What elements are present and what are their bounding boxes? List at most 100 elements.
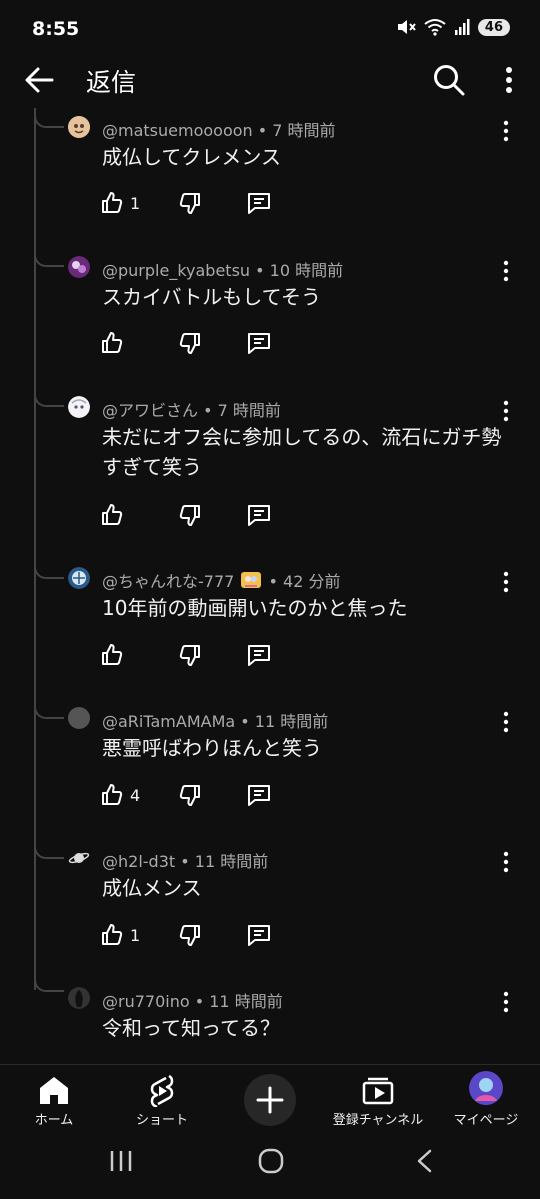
back-arrow-icon[interactable] <box>22 64 56 96</box>
comment-more-icon[interactable] <box>496 119 516 143</box>
thumbs-up-icon <box>102 192 123 213</box>
recent-apps-icon[interactable] <box>108 1148 134 1174</box>
dislike-button[interactable] <box>178 640 202 670</box>
thumbs-down-icon <box>179 645 200 666</box>
reply-icon <box>248 785 270 806</box>
reply-icon <box>248 505 270 526</box>
comment-more-icon[interactable] <box>496 399 516 423</box>
reply-icon <box>248 925 270 946</box>
avatar[interactable] <box>68 396 90 418</box>
nav-subscriptions[interactable]: 登録チャンネル <box>328 1065 428 1135</box>
dislike-button[interactable] <box>178 188 202 218</box>
avatar[interactable] <box>68 116 90 138</box>
nav-subscriptions-label: 登録チャンネル <box>332 1113 424 1128</box>
battery-badge: 46 <box>477 18 510 36</box>
status-icons: 46 <box>396 18 510 36</box>
comment-author[interactable]: @アワビさん <box>102 401 198 420</box>
comment-time: 11 時間前 <box>194 852 269 871</box>
like-button[interactable]: 1 <box>100 188 140 218</box>
reply-button[interactable] <box>246 328 272 358</box>
comment-time: 7 時間前 <box>217 401 281 420</box>
create-button[interactable] <box>244 1074 296 1126</box>
thumbs-down-icon <box>179 925 200 946</box>
thumbs-down-icon <box>179 193 200 214</box>
thumbs-down-icon <box>179 505 200 526</box>
comment-actions <box>100 500 300 530</box>
thread-branch <box>34 112 64 128</box>
thread-branch <box>34 703 64 719</box>
comment-text: 成仏してクレメンス <box>102 145 281 169</box>
avatar[interactable] <box>68 567 90 589</box>
comment-text: 悪霊呼ばわりほんと笑う <box>102 736 322 760</box>
comment-actions <box>100 328 300 358</box>
nav-home[interactable]: ホーム <box>4 1065 104 1135</box>
avatar[interactable] <box>68 847 90 869</box>
status-time: 8:55 <box>32 18 80 40</box>
reply-icon <box>248 645 270 666</box>
reply-button[interactable] <box>246 640 272 670</box>
nav-mypage-label: マイページ <box>453 1113 519 1128</box>
comment-time: 42 分前 <box>283 572 341 591</box>
dislike-button[interactable] <box>178 500 202 530</box>
comment-meta: @matsuemooooon • 7 時間前 <box>102 121 336 140</box>
shorts-icon <box>150 1075 174 1107</box>
wifi-icon <box>424 19 446 36</box>
avatar[interactable] <box>68 707 90 729</box>
comment-time: 7 時間前 <box>272 121 336 140</box>
comment-meta: @ちゃんれな-777 • 42 分前 <box>102 572 341 591</box>
signal-icon <box>454 19 470 35</box>
comment-text: 成仏メンス <box>102 876 202 900</box>
system-nav-bar <box>0 1134 540 1199</box>
thumbs-up-icon <box>102 332 123 353</box>
profile-avatar-icon <box>469 1071 503 1105</box>
dislike-button[interactable] <box>178 920 202 950</box>
page-title: 返信 <box>86 68 137 97</box>
reply-button[interactable] <box>246 188 272 218</box>
like-button[interactable] <box>100 328 130 358</box>
dislike-button[interactable] <box>178 328 202 358</box>
reply-button[interactable] <box>246 920 272 950</box>
comment-actions: 1 <box>100 920 300 950</box>
plus-icon <box>256 1086 284 1114</box>
like-button[interactable]: 1 <box>100 920 140 950</box>
system-back-icon[interactable] <box>412 1148 438 1174</box>
comment-author[interactable]: @purple_kyabetsu <box>102 261 250 280</box>
status-bar: 8:55 46 <box>0 0 540 60</box>
reply-icon <box>248 333 270 354</box>
reply-icon <box>248 193 270 214</box>
thread-branch <box>34 251 64 267</box>
thumbs-up-icon <box>102 784 123 805</box>
comment-author[interactable]: @ちゃんれな-777 <box>102 572 234 591</box>
avatar[interactable] <box>68 256 90 278</box>
thread-branch <box>34 391 64 407</box>
search-icon[interactable] <box>431 62 467 98</box>
comment-author[interactable]: @matsuemooooon <box>102 121 253 140</box>
comment-more-icon[interactable] <box>496 259 516 283</box>
nav-shorts[interactable]: ショート <box>112 1065 212 1135</box>
thumbs-up-icon <box>102 644 123 665</box>
nav-shorts-label: ショート <box>135 1113 188 1128</box>
like-count: 1 <box>130 193 141 213</box>
more-options-icon[interactable] <box>494 64 524 96</box>
comment-author[interactable]: @ru770ino <box>102 992 190 1011</box>
comment-time: 11 時間前 <box>209 992 283 1011</box>
nav-mypage[interactable]: マイページ <box>436 1065 536 1135</box>
comment-more-icon[interactable] <box>496 990 516 1014</box>
like-button[interactable] <box>100 640 130 670</box>
comment-meta: @purple_kyabetsu • 10 時間前 <box>102 261 344 280</box>
comment-more-icon[interactable] <box>496 850 516 874</box>
comment-time: 11 時間前 <box>254 712 329 731</box>
reply-button[interactable] <box>246 780 272 810</box>
like-button[interactable]: 4 <box>100 780 140 810</box>
reply-button[interactable] <box>246 500 272 530</box>
comment-author[interactable]: @aRiTamAMAMa <box>102 712 235 731</box>
comment-actions: 4 <box>100 780 300 810</box>
thread-branch <box>34 976 64 992</box>
comment-author[interactable]: @h2l-d3t <box>102 852 175 871</box>
like-button[interactable] <box>100 500 130 530</box>
home-circle-icon[interactable] <box>258 1148 284 1174</box>
dislike-button[interactable] <box>178 780 202 810</box>
comment-more-icon[interactable] <box>496 710 516 734</box>
avatar[interactable] <box>68 987 90 1009</box>
comment-more-icon[interactable] <box>496 570 516 594</box>
